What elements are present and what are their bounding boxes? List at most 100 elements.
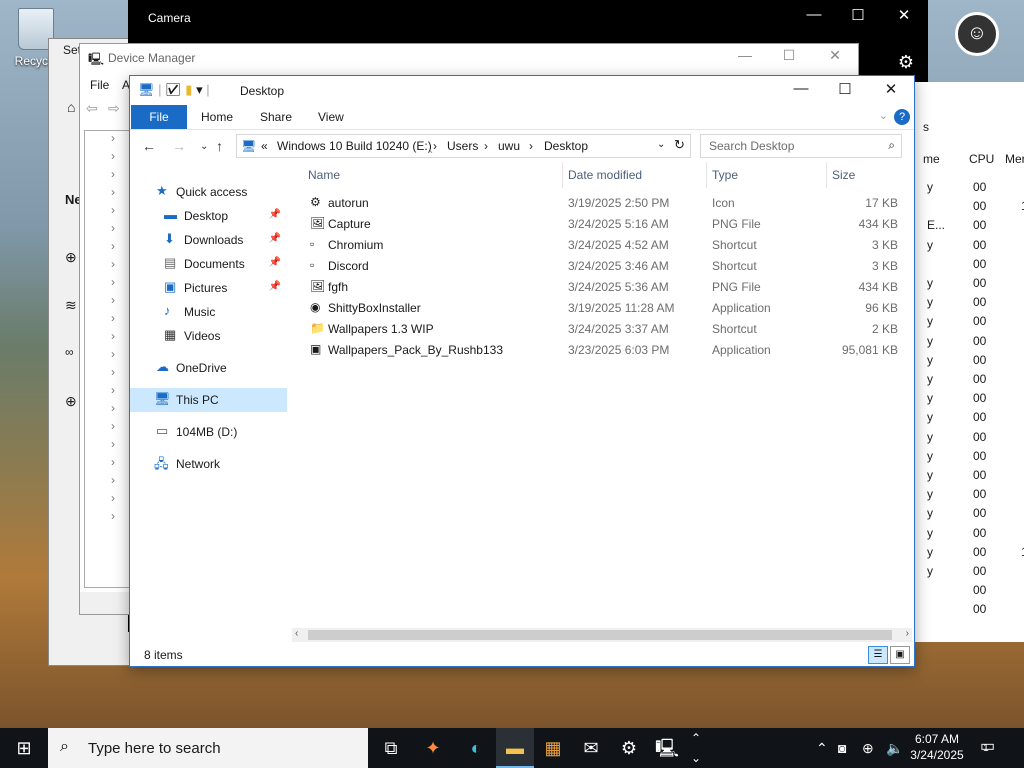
chevron-right-icon[interactable]: › — [484, 139, 488, 153]
breadcrumb-drive[interactable]: Windows 10 Build 10240 (E:) — [277, 139, 432, 153]
file-row[interactable]: ▫ Chromium 3/24/2025 4:52 AM Shortcut 3 KB — [300, 234, 906, 255]
explorer-minimize-button[interactable]: — — [778, 80, 824, 97]
network-icon[interactable]: ∞ — [65, 345, 74, 359]
refresh-icon[interactable]: ↻ — [674, 137, 685, 153]
properties-icon[interactable]: ☑ — [165, 82, 182, 97]
copilot-icon[interactable]: ✦ — [414, 728, 452, 768]
back-arrow-icon[interactable]: ⇦ — [86, 100, 98, 117]
column-header-date[interactable]: Date modified — [568, 168, 642, 182]
breadcrumb-user[interactable]: uwu — [498, 139, 520, 153]
tree-row[interactable]: › — [85, 509, 131, 527]
tree-row[interactable]: › — [85, 221, 131, 239]
windows-start-icon[interactable]: ⊞ — [0, 728, 48, 768]
wifi-icon[interactable]: ≋ — [65, 297, 77, 314]
column-header-name[interactable]: Name — [308, 168, 340, 182]
scroll-right-arrow-icon[interactable]: › — [906, 628, 909, 639]
camera-close-button[interactable]: ✕ — [884, 6, 924, 24]
scroll-left-arrow-icon[interactable]: ‹ — [295, 628, 298, 639]
tree-row[interactable]: › — [85, 203, 131, 221]
edge-browser-icon[interactable]: ◐ — [457, 728, 495, 768]
tree-row[interactable]: › — [85, 311, 131, 329]
nav-pictures[interactable]: ▣ Pictures 📌 — [130, 276, 287, 300]
task-view-icon[interactable]: ⧉ — [372, 728, 410, 768]
file-explorer-window[interactable]: 🖥 | ☑ ▮ ▾ | Desktop — ☐ ✕ File Home Shar… — [129, 75, 915, 667]
address-dropdown-chevron-down-icon[interactable]: ⌄ — [657, 139, 665, 150]
tree-row[interactable]: › — [85, 347, 131, 365]
explorer-close-button[interactable]: ✕ — [868, 80, 914, 98]
scrollbar-thumb[interactable] — [308, 630, 892, 640]
nav-network[interactable]: 🖧 Network — [130, 452, 287, 476]
customize-qat-chevron-down-icon[interactable]: ▾ — [196, 82, 203, 97]
search-icon[interactable]: ⌕ — [888, 138, 895, 153]
tree-row[interactable]: › — [85, 185, 131, 203]
breadcrumb-prefix[interactable]: « — [261, 139, 268, 153]
task-manager-window[interactable]: s me CPU Mer y00001E...00y0000y00y00y00y… — [912, 82, 1024, 642]
device-manager-maximize-button[interactable]: ☐ — [772, 47, 806, 64]
tree-row[interactable]: › — [85, 473, 131, 491]
tree-row[interactable]: › — [85, 329, 131, 347]
file-row[interactable]: 🖼 fgfh 3/24/2025 5:36 AM PNG File 434 KB — [300, 276, 906, 297]
camera-minimize-button[interactable]: — — [794, 6, 834, 23]
taskbar-scroll-chevron-icon[interactable]: ⌃ ⌄ — [684, 728, 708, 768]
tree-row[interactable]: › — [85, 383, 131, 401]
tree-row[interactable]: › — [85, 401, 131, 419]
column-divider[interactable] — [706, 162, 707, 188]
tree-row[interactable]: › — [85, 257, 131, 275]
tree-row[interactable]: › — [85, 167, 131, 185]
taskbar-search-box[interactable]: ⌕ Type here to search — [48, 728, 368, 768]
nav-music[interactable]: ♪ Music — [130, 300, 287, 324]
nav-drive-d[interactable]: ▭ 104MB (D:) — [130, 420, 287, 444]
file-row[interactable]: ▫ Discord 3/24/2025 3:46 AM Shortcut 3 KB — [300, 255, 906, 276]
tree-row[interactable]: › — [85, 131, 131, 149]
forward-arrow-icon[interactable]: ⇨ — [108, 100, 120, 117]
computer-icon[interactable]: 🖥 — [138, 82, 155, 97]
task-manager-col-name[interactable]: me — [923, 152, 940, 166]
tab-view[interactable]: View — [318, 105, 344, 129]
network-globe-icon[interactable]: ⊕ — [862, 728, 874, 768]
tree-row[interactable]: › — [85, 455, 131, 473]
tree-row[interactable]: › — [85, 149, 131, 167]
camera-settings-gear-icon[interactable]: ⚙ — [898, 52, 914, 73]
horizontal-scrollbar[interactable]: ‹ › — [292, 628, 912, 642]
tree-row[interactable]: › — [85, 275, 131, 293]
column-header-type[interactable]: Type — [712, 168, 738, 182]
up-button[interactable]: ↑ — [216, 138, 223, 154]
tab-file[interactable]: File — [131, 105, 187, 129]
expand-ribbon-chevron-icon[interactable]: ⌄ — [879, 109, 888, 122]
home-icon[interactable]: ⌂ — [67, 99, 75, 115]
tree-row[interactable]: › — [85, 365, 131, 383]
breadcrumb-users[interactable]: Users — [447, 139, 478, 153]
file-explorer-folder-icon[interactable]: ▬ — [496, 728, 534, 768]
nav-documents[interactable]: ▤ Documents 📌 — [130, 252, 287, 276]
new-folder-icon[interactable]: ▮ — [185, 82, 192, 97]
nav-quick-access[interactable]: ★ Quick access — [130, 180, 287, 204]
nav-this-pc[interactable]: 🖥 This PC — [130, 388, 287, 412]
tree-row[interactable]: › — [85, 239, 131, 257]
recent-locations-chevron-down-icon[interactable]: ⌄ — [200, 141, 208, 152]
address-bar[interactable]: 🖥 « Windows 10 Build 10240 (E:) › Users … — [236, 134, 691, 158]
nav-downloads[interactable]: ⬇ Downloads 📌 — [130, 228, 287, 252]
breadcrumb-folder[interactable]: Desktop — [544, 139, 588, 153]
device-tree[interactable]: › › › › › › › › › › › › › › › › › › › › › › — [84, 130, 132, 588]
file-row[interactable]: ▣ Wallpapers_Pack_By_Rushb133 3/23/2025 6:… — [300, 339, 906, 360]
nav-desktop[interactable]: ▬ Desktop 📌 — [130, 204, 287, 228]
nav-onedrive[interactable]: ☁ OneDrive — [130, 356, 287, 380]
hidden-icons-chevron-up-icon[interactable]: ⌃ — [816, 728, 828, 768]
column-header-size[interactable]: Size — [832, 168, 855, 182]
column-divider[interactable] — [826, 162, 827, 188]
system-clock[interactable]: 6:07 AM 3/24/2025 — [905, 731, 969, 763]
device-manager-close-button[interactable]: ✕ — [818, 47, 852, 64]
forward-button[interactable]: → — [172, 138, 186, 154]
volume-muted-icon[interactable]: 🔈 — [886, 728, 903, 768]
file-row[interactable]: 🖼 Capture 3/24/2025 5:16 AM PNG File 434 KB — [300, 213, 906, 234]
camera-maximize-button[interactable]: ☐ — [838, 6, 878, 24]
task-manager-col-cpu[interactable]: CPU — [969, 152, 994, 166]
mail-envelope-icon[interactable]: ✉ — [572, 728, 610, 768]
chevron-right-icon[interactable]: › — [529, 139, 533, 153]
device-manager-minimize-button[interactable]: — — [728, 47, 762, 63]
column-divider[interactable] — [562, 162, 563, 188]
settings-gear-icon[interactable]: ⚙ — [610, 728, 648, 768]
tree-row[interactable]: › — [85, 491, 131, 509]
task-manager-col-mem[interactable]: Mer — [1005, 152, 1024, 166]
device-manager-icon[interactable]: 🖳 — [648, 728, 686, 768]
